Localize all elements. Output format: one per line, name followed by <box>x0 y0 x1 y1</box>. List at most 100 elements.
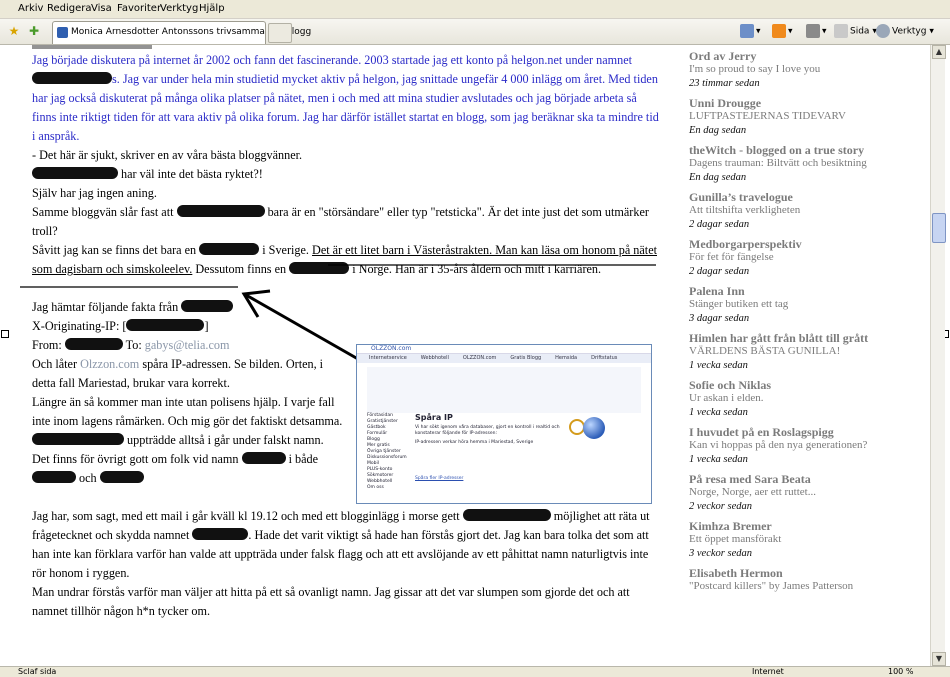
blog-time: 2 dagar sedan <box>689 266 750 277</box>
resize-handle[interactable] <box>1 330 9 338</box>
menu-visa[interactable]: Visa <box>91 3 112 14</box>
blog-list-item: Palena Inn Stänger butiken ett tag 3 dag… <box>689 284 889 326</box>
redaction <box>126 319 205 331</box>
post-line: Man undrar förstås varför man väljer att… <box>32 585 630 618</box>
blog-post-link[interactable]: Ett öppet mansförakt <box>689 533 889 546</box>
blog-list-item: I huvudet på en Roslagspigg Kan vi hoppa… <box>689 425 889 467</box>
redaction <box>99 471 144 483</box>
post-text: och <box>79 471 97 485</box>
menu-redigera[interactable]: Redigera <box>47 3 92 14</box>
blog-list-item: Kimhza Bremer Ett öppet mansförakt 3 vec… <box>689 519 889 561</box>
menu-favoriter[interactable]: Favoriter <box>117 3 161 14</box>
redaction <box>241 452 286 464</box>
blog-name[interactable]: Medborgarperspektiv <box>689 237 889 251</box>
blog-name[interactable]: theWitch - blogged on a true story <box>689 143 889 157</box>
blog-post-link[interactable]: Att tiltshifta verkligheten <box>689 204 889 217</box>
redaction <box>32 167 118 179</box>
post-text: Och låter <box>32 357 78 371</box>
post-text: Såvitt jag kan se finns det bara en <box>32 243 197 257</box>
blog-name[interactable]: På resa med Sara Beata <box>689 472 889 486</box>
screenshot-nav-item: Webbhotell <box>420 355 449 361</box>
post-text: har väl inte det bästa ryktet?! <box>121 167 263 181</box>
blog-list-item: Ord av Jerry I'm so proud to say I love … <box>689 49 889 91</box>
page-content: Jag började diskutera på internet år 200… <box>6 45 930 666</box>
blog-post-link[interactable]: LUFTPASTEJERNAS TIDEVARV <box>689 110 889 123</box>
blog-list-item: Medborgarperspektiv För fet för fängelse… <box>689 237 889 279</box>
blog-name[interactable]: I huvudet på en Roslagspigg <box>689 425 889 439</box>
print-button[interactable]: ▾ <box>806 24 827 40</box>
olzzon-link[interactable]: Olzzon.com <box>80 357 139 371</box>
rss-icon <box>772 24 786 38</box>
browser-tab[interactable]: Monica Arnesdotter Antonssons trivsamma … <box>52 21 311 44</box>
redaction <box>32 433 124 445</box>
email-link[interactable]: gabys@telia.com <box>145 338 230 352</box>
redaction <box>192 528 249 540</box>
post-line: - Det här är sjukt, skriver en av våra b… <box>32 148 303 162</box>
zoom-level[interactable]: 100 % <box>888 667 913 676</box>
new-tab-button[interactable] <box>268 23 292 43</box>
blog-time: 23 timmar sedan <box>689 78 760 89</box>
redaction <box>199 243 260 255</box>
post-text: i Sverige. <box>262 243 309 257</box>
post-line: uppträdde alltså i går under falskt namn… <box>32 431 352 450</box>
blog-list-item: Gunilla’s travelogue Att tiltshifta verk… <box>689 190 889 232</box>
menu-bar: Arkiv Redigera Visa Favoriter Verktyg Hj… <box>0 0 950 19</box>
blog-post-link[interactable]: Norge, Norge, aer ett ruttet... <box>689 486 889 499</box>
blog-name[interactable]: Himlen har gått från blått till grått <box>689 331 889 345</box>
blog-name[interactable]: Gunilla’s travelogue <box>689 190 889 204</box>
tab-toolbar: ★ ✚ Monica Arnesdotter Antonssons trivsa… <box>0 19 950 45</box>
blog-name[interactable]: Palena Inn <box>689 284 889 298</box>
redaction <box>176 205 265 217</box>
post-text: Det finns för övrigt gott om folk vid na… <box>32 452 239 466</box>
menu-hjalp[interactable]: Hjälp <box>199 3 225 14</box>
blog-post-link[interactable]: "Postcard killers" by James Patterson <box>689 580 889 593</box>
home-button[interactable]: ▾ <box>740 24 761 40</box>
blog-post-link[interactable]: I'm so proud to say I love you <box>689 63 889 76</box>
tools-menu-button[interactable]: Verktyg ▾ <box>876 24 934 40</box>
blog-post-link[interactable]: Kan vi hoppas på den nya generationen? <box>689 439 889 452</box>
feeds-button[interactable]: ▾ <box>772 24 793 40</box>
blog-list-item: theWitch - blogged on a true story Dagen… <box>689 143 889 185</box>
post-line: Samme bloggvän slår fast att bara är en … <box>32 203 662 241</box>
blog-post-link[interactable]: Dagens trauman: Biltvätt och besiktning <box>689 157 889 170</box>
screenshot-nav-item: Hemsida <box>555 355 578 361</box>
status-zone: Internet <box>752 667 784 676</box>
blog-time: 3 veckor sedan <box>689 548 752 559</box>
blog-name[interactable]: Ord av Jerry <box>689 49 889 63</box>
menu-verktyg[interactable]: Verktyg <box>160 3 198 14</box>
blog-time: En dag sedan <box>689 125 747 136</box>
post-text: uppträdde alltså i går under falskt namn… <box>127 433 324 447</box>
post-line: har väl inte det bästa ryktet?! <box>32 165 662 184</box>
add-favorite-icon[interactable]: ✚ <box>26 23 42 39</box>
screenshot-logo: OLZZON.com <box>357 345 651 354</box>
blog-post-link[interactable]: Ur askan i elden. <box>689 392 889 405</box>
gear-icon <box>876 24 890 38</box>
post-text: Jag har, som sagt, med ett mail i går kv… <box>32 509 460 523</box>
blog-name[interactable]: Kimhza Bremer <box>689 519 889 533</box>
screenshot-text: Vi har sökt igenom våra databaser, gjort… <box>415 425 560 436</box>
blog-time: 3 dagar sedan <box>689 313 750 324</box>
blog-name[interactable]: Unni Drougge <box>689 96 889 110</box>
page-menu-button[interactable]: Sida ▾ <box>834 24 877 40</box>
blog-name[interactable]: Elisabeth Hermon <box>689 566 889 580</box>
scroll-up-icon[interactable]: ▲ <box>932 45 946 59</box>
redaction <box>462 509 551 521</box>
screenshot-nav-item: Gratis Blogg <box>510 355 542 361</box>
blog-post-link[interactable]: För fet för fängelse <box>689 251 889 264</box>
page-menu-label: Sida <box>850 26 870 37</box>
ip-trace-screenshot: OLZZON.com Internetservice Webbhotell OL… <box>356 344 652 504</box>
blog-post-link[interactable]: VÄRLDENS BÄSTA GUNILLA! <box>689 345 889 358</box>
blog-time: 1 vecka sedan <box>689 360 748 371</box>
blog-list-item: Himlen har gått från blått till grått VÄ… <box>689 331 889 373</box>
blog-name[interactable]: Sofie och Niklas <box>689 378 889 392</box>
scroll-thumb[interactable] <box>932 213 946 243</box>
favorites-star-icon[interactable]: ★ <box>6 23 22 39</box>
vertical-scrollbar[interactable]: ▲ ▼ <box>930 45 946 666</box>
blog-time: 1 vecka sedan <box>689 454 748 465</box>
blog-list-item: Sofie och Niklas Ur askan i elden. 1 vec… <box>689 378 889 420</box>
menu-arkiv[interactable]: Arkiv <box>18 3 43 14</box>
about-paragraph: Jag började diskutera på internet år 200… <box>32 51 662 146</box>
scroll-down-icon[interactable]: ▼ <box>932 652 946 666</box>
blog-post-link[interactable]: Stänger butiken ett tag <box>689 298 889 311</box>
post-text: From: <box>32 338 62 352</box>
